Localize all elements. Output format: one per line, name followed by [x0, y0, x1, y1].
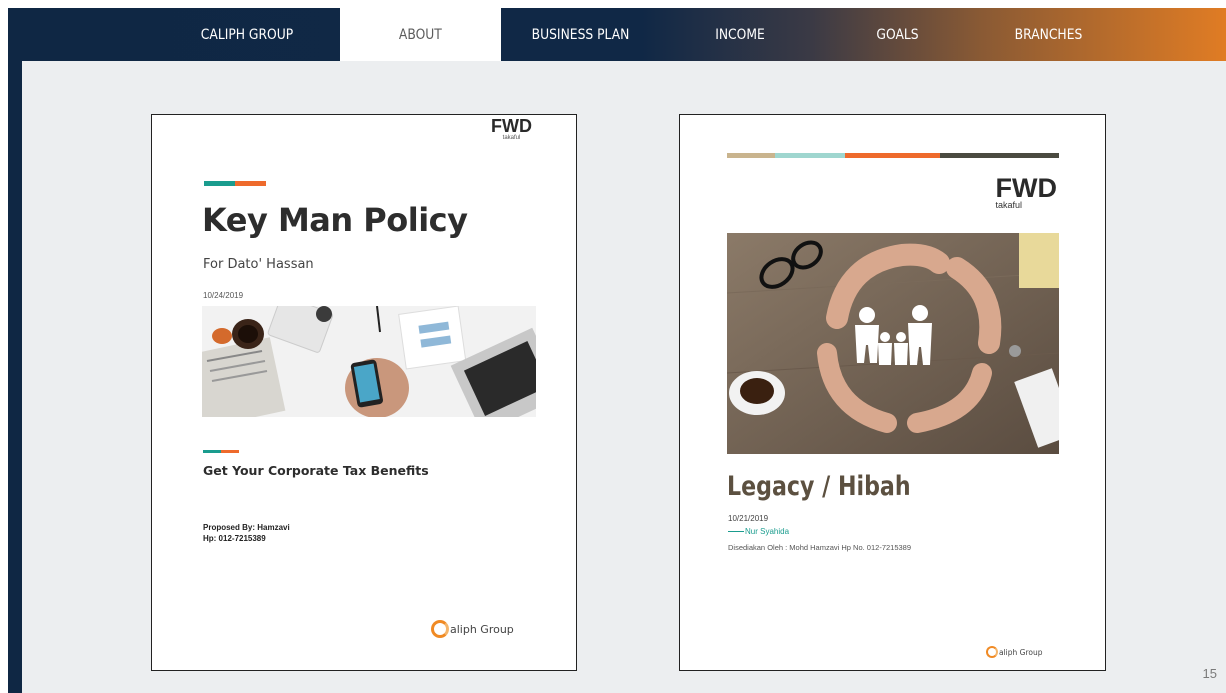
dash-line [728, 531, 744, 533]
fwd-logo: FWD takaful [996, 175, 1057, 210]
desk-workspace-photo [202, 306, 536, 417]
nav-caliph-group[interactable]: CALIPH GROUP [165, 8, 329, 61]
document-tagline: Get Your Corporate Tax Benefits [203, 463, 429, 478]
document-date: 10/21/2019 [728, 514, 769, 523]
top-navigation: CALIPH GROUP ABOUT BUSINESS PLAN INCOME … [8, 8, 1226, 61]
caliph-group-logo: aliph Group [986, 646, 1043, 658]
nav-branches[interactable]: BRANCHES [984, 8, 1113, 61]
document-date: 10/24/2019 [203, 291, 244, 300]
accent-line-small [203, 450, 239, 453]
fwd-logo-brand: FWD [491, 116, 532, 136]
color-stripe [727, 153, 1059, 158]
caliph-logo-text: aliph Group [999, 647, 1043, 657]
nav-business-plan[interactable]: BUSINESS PLAN [511, 8, 651, 61]
document-subtitle: For Dato' Hassan [203, 257, 314, 272]
legacy-hibah-document[interactable]: FWD takaful Legacy / Hibah 10/21/2019 Nu… [679, 114, 1106, 671]
nav-goals[interactable]: GOALS [829, 8, 965, 61]
nav-about[interactable]: ABOUT [340, 8, 501, 61]
nav-income[interactable]: INCOME [670, 8, 811, 61]
recipient-label: Nur Syahida [745, 527, 790, 536]
page-number: 15 [1202, 666, 1217, 681]
caliph-group-logo: aliph Group [431, 620, 514, 638]
recipient-name: Nur Syahida [728, 527, 789, 536]
family-hands-photo [727, 233, 1059, 454]
fwd-logo: FWD takaful [491, 117, 532, 141]
proposed-by: Proposed By: Hamzavi [203, 523, 290, 532]
caliph-logo-icon [986, 646, 998, 658]
slide: CALIPH GROUP ABOUT BUSINESS PLAN INCOME … [0, 0, 1226, 693]
caliph-logo-icon [431, 620, 449, 638]
prepared-by: Disediakan Oleh : Mohd Hamzavi Hp No. 01… [728, 543, 912, 552]
caliph-logo-text: aliph Group [450, 622, 514, 636]
proposed-by-block: Proposed By: Hamzavi Hp: 012-7215389 [203, 522, 290, 544]
document-title: Legacy / Hibah [727, 471, 911, 502]
left-accent-bar [8, 8, 22, 693]
fwd-logo-brand: FWD [995, 173, 1057, 203]
phone-number: Hp: 012-7215389 [203, 534, 266, 543]
document-title: Key Man Policy [202, 201, 468, 239]
key-man-policy-document[interactable]: FWD takaful Key Man Policy For Dato' Has… [151, 114, 577, 671]
accent-line [204, 181, 266, 186]
